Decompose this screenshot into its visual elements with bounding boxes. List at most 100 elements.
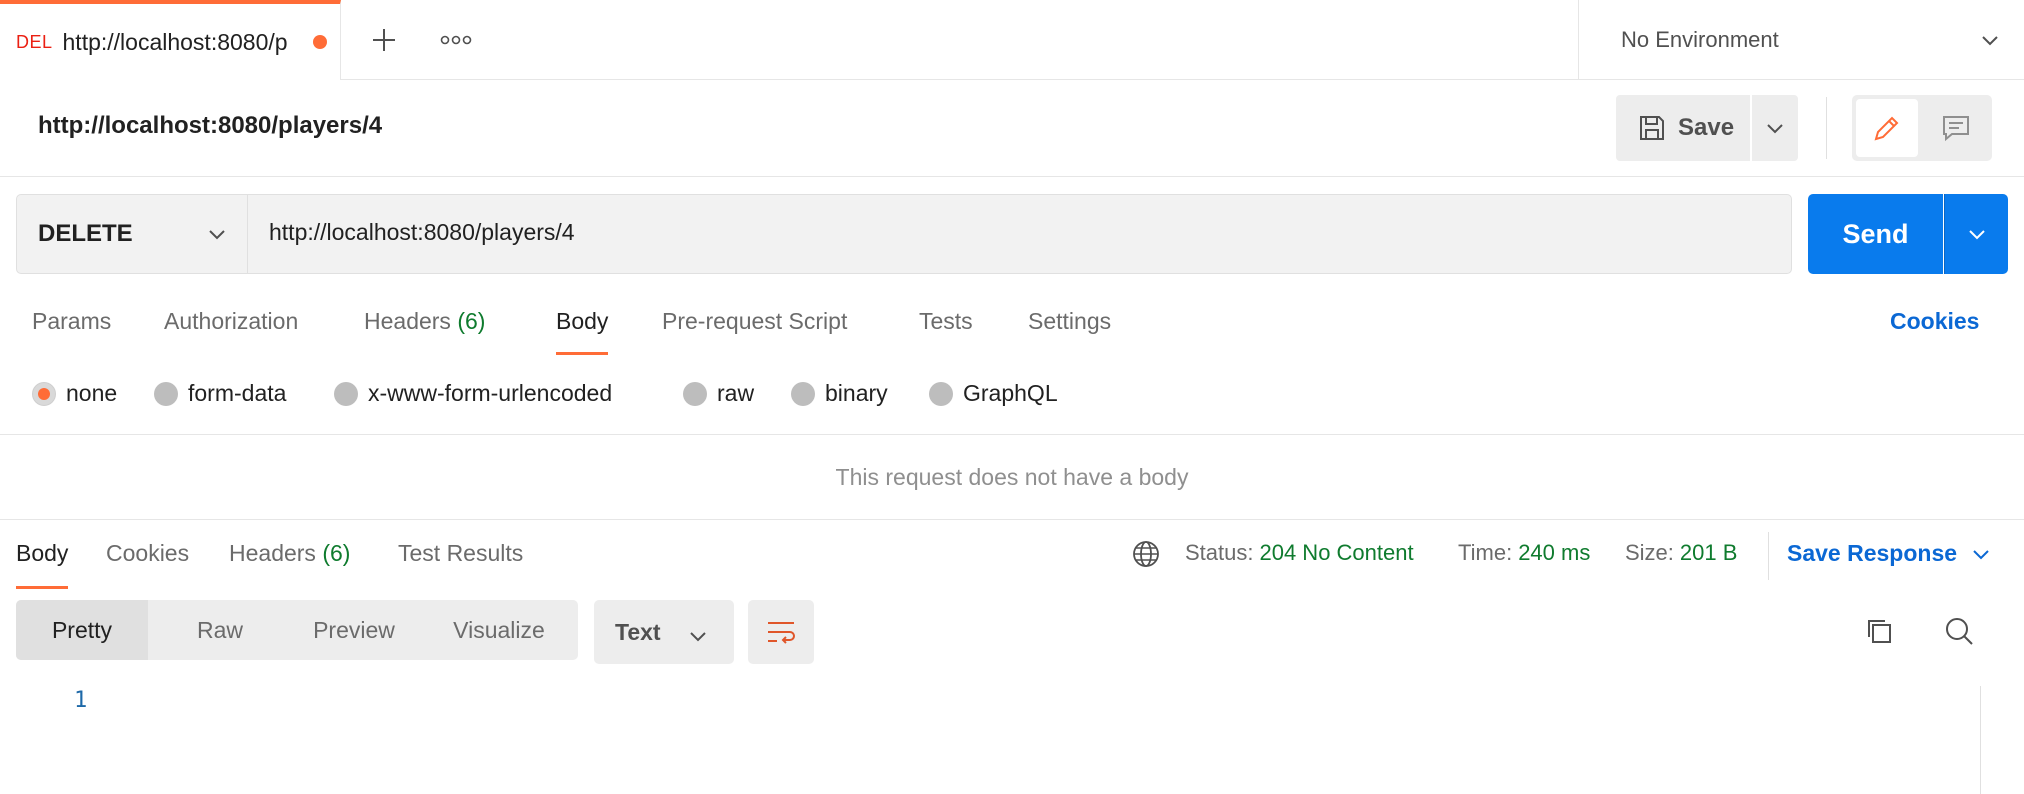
line-number: 1	[74, 688, 88, 713]
radio-form-data[interactable]: form-data	[154, 380, 286, 407]
headers-count: (6)	[457, 308, 486, 334]
divider	[0, 434, 2024, 435]
tab-bar: DEL http://localhost:8080/p No Environme…	[0, 0, 2024, 80]
status-label: Status:	[1185, 540, 1254, 565]
tab-label: Cookies	[106, 540, 190, 566]
more-tabs-button[interactable]	[436, 20, 476, 60]
divider	[0, 519, 2024, 520]
tab-params[interactable]: Params	[32, 308, 111, 335]
response-tab-cookies[interactable]: Cookies	[106, 540, 189, 567]
method-selector[interactable]: DELETE	[17, 195, 248, 273]
radio-label: none	[66, 380, 118, 406]
radio-icon	[791, 381, 815, 406]
copy-button[interactable]	[1862, 614, 1896, 648]
copy-icon	[1868, 620, 1891, 643]
save-response-button[interactable]: Save Response	[1787, 540, 1991, 567]
tab-label: Pre-request Script	[662, 308, 848, 334]
comment-icon	[1943, 116, 1969, 142]
search-button[interactable]	[1942, 614, 1976, 648]
radio-binary[interactable]: binary	[791, 380, 888, 407]
view-visualize[interactable]: Visualize	[424, 600, 574, 660]
url-input[interactable]: http://localhost:8080/players/4	[269, 219, 575, 246]
status-value: 204 No Content	[1259, 540, 1414, 565]
response-tab-headers[interactable]: Headers (6)	[229, 540, 350, 567]
method-label: DELETE	[38, 220, 133, 247]
plus-icon	[373, 29, 395, 51]
tab-label: Authorization	[164, 308, 299, 334]
chevron-down-icon	[209, 230, 225, 240]
network-info-button[interactable]	[1130, 538, 1162, 570]
divider	[1826, 97, 1827, 159]
request-header: http://localhost:8080/players/4 Save	[0, 80, 2024, 177]
tab-settings[interactable]: Settings	[1028, 308, 1111, 335]
response-tab-test-results[interactable]: Test Results	[398, 540, 523, 567]
more-horizontal-icon	[440, 35, 472, 45]
view-pretty[interactable]: Pretty	[16, 600, 148, 660]
radio-icon	[929, 381, 953, 406]
radio-graphql[interactable]: GraphQL	[929, 380, 1058, 407]
radio-label: raw	[717, 380, 755, 406]
request-tab[interactable]: DEL http://localhost:8080/p	[0, 0, 341, 80]
tab-headers[interactable]: Headers (6)	[364, 308, 485, 335]
format-label: Text	[615, 618, 661, 645]
search-icon	[1946, 618, 1973, 645]
body-type-options: none form-data x-www-form-urlencoded raw…	[0, 374, 2024, 414]
radio-label: binary	[825, 380, 888, 406]
radio-label: form-data	[188, 380, 287, 406]
save-label: Save	[1678, 114, 1735, 141]
tab-label: Body	[16, 540, 69, 566]
format-selector[interactable]: Text	[594, 600, 734, 664]
radio-none[interactable]: none	[32, 380, 117, 407]
response-status[interactable]: Status: 204 No Content	[1185, 540, 1414, 566]
pencil-icon	[1874, 116, 1899, 141]
divider	[1768, 532, 1769, 580]
radio-icon	[683, 381, 707, 406]
response-view-toggle: Pretty Raw Preview Visualize	[16, 600, 578, 660]
chevron-down-icon	[1767, 124, 1783, 134]
radio-raw[interactable]: raw	[683, 380, 754, 407]
request-name[interactable]: http://localhost:8080/players/4	[38, 112, 382, 140]
radio-label: x-www-form-urlencoded	[368, 380, 613, 406]
wrap-lines-button[interactable]	[748, 600, 814, 664]
tab-pre-request-script[interactable]: Pre-request Script	[662, 308, 847, 335]
save-icon	[1640, 116, 1664, 140]
send-options-button[interactable]	[1944, 194, 2008, 274]
environment-selector[interactable]: No Environment	[1578, 0, 2024, 80]
radio-label: GraphQL	[963, 380, 1058, 406]
chevron-down-icon	[690, 632, 706, 642]
tab-method-badge: DEL	[16, 31, 53, 52]
new-tab-button[interactable]	[366, 20, 402, 60]
view-raw[interactable]: Raw	[156, 600, 284, 660]
response-tabs: Body Cookies Headers (6) Test Results St…	[0, 532, 2024, 589]
tab-label: Body	[556, 308, 609, 334]
save-options-button[interactable]	[1752, 95, 1798, 161]
wrap-text-icon	[768, 622, 795, 644]
tab-label: Test Results	[398, 540, 524, 566]
cookies-link[interactable]: Cookies	[1890, 308, 1979, 335]
save-button[interactable]: Save	[1616, 95, 1750, 161]
tab-label: Headers	[229, 540, 316, 566]
size-label: Size:	[1625, 540, 1674, 565]
request-url-bar: DELETE http://localhost:8080/players/4	[16, 194, 1792, 274]
tab-authorization[interactable]: Authorization	[164, 308, 298, 335]
no-body-message: This request does not have a body	[835, 464, 1189, 490]
environment-label: No Environment	[1621, 27, 1779, 52]
request-tabs: Params Authorization Headers (6) Body Pr…	[0, 300, 2024, 355]
tab-tests[interactable]: Tests	[919, 308, 973, 335]
comments-mode-button[interactable]	[1924, 99, 1988, 157]
save-response-label: Save Response	[1787, 540, 1958, 566]
edit-mode-button[interactable]	[1856, 99, 1918, 157]
headers-count: (6)	[322, 540, 351, 566]
radio-x-www-form-urlencoded[interactable]: x-www-form-urlencoded	[334, 380, 612, 407]
response-time[interactable]: Time: 240 ms	[1458, 540, 1590, 566]
radio-icon	[334, 381, 358, 406]
scrollbar[interactable]	[1980, 686, 1981, 794]
unsaved-dot-icon	[312, 35, 327, 49]
view-preview[interactable]: Preview	[284, 600, 424, 660]
response-tab-body[interactable]: Body	[16, 540, 69, 589]
tab-body[interactable]: Body	[556, 308, 609, 355]
chevron-down-icon	[1982, 36, 1998, 46]
response-size[interactable]: Size: 201 B	[1625, 540, 1737, 566]
send-button[interactable]: Send	[1808, 194, 1943, 274]
tab-label: Tests	[919, 308, 973, 334]
